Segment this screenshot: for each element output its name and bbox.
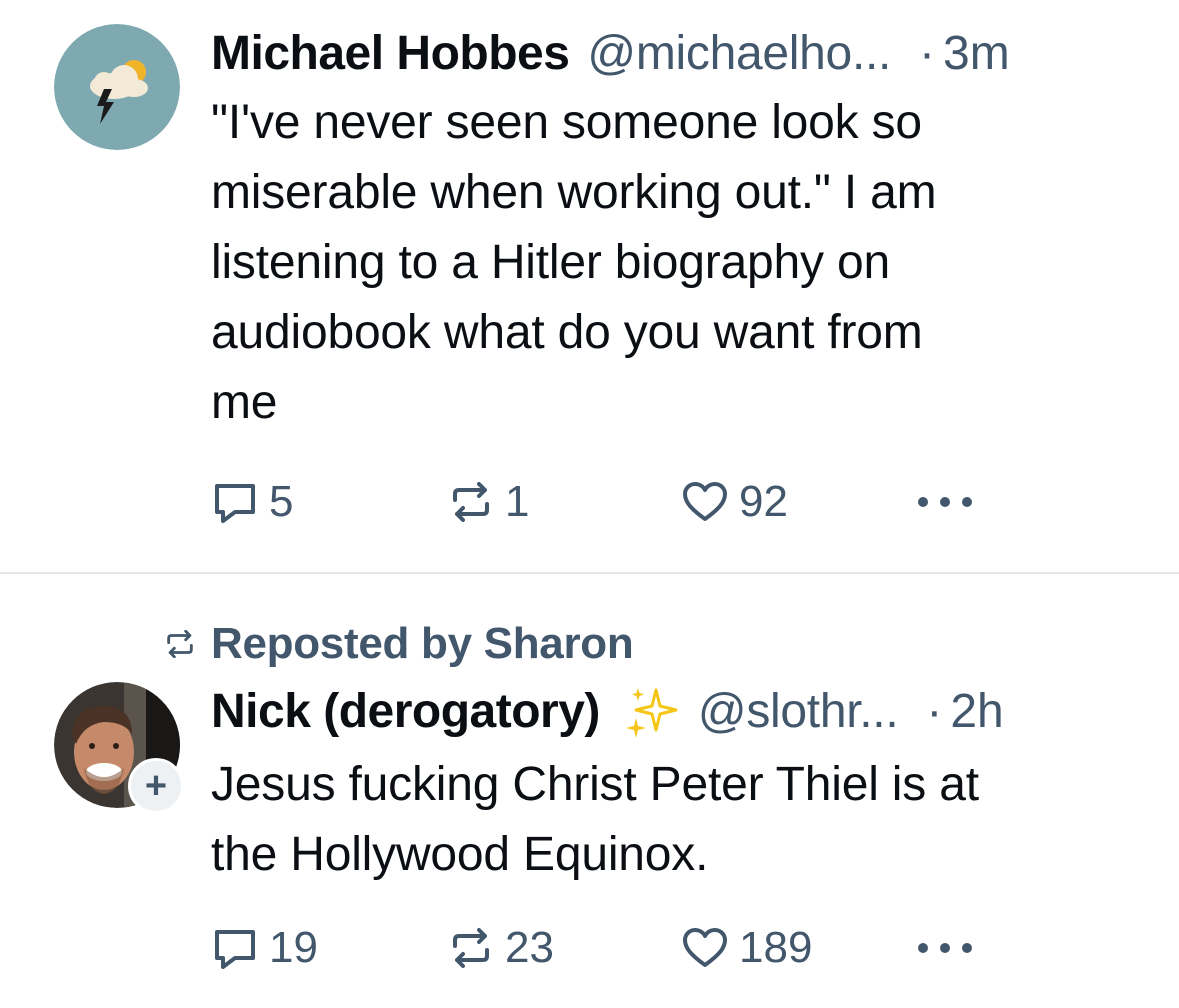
reply-button[interactable]: 19 xyxy=(211,923,318,973)
author-name[interactable]: Michael Hobbes xyxy=(211,26,570,82)
post-header: Michael Hobbes @michaelho... · 3m xyxy=(211,26,1133,82)
post-text-line: me xyxy=(211,376,278,429)
separator-dot: · xyxy=(926,685,943,738)
heart-icon xyxy=(683,482,727,521)
separator-dot: · xyxy=(919,27,936,80)
post-text-line: audiobook what do you want from xyxy=(211,306,923,359)
like-button[interactable]: 189 xyxy=(681,923,812,973)
like-count: 189 xyxy=(739,923,813,972)
comment-icon xyxy=(215,484,255,523)
post-text: Jesus fucking Christ Peter Thiel is at t… xyxy=(211,750,1133,890)
repost-icon xyxy=(453,928,489,968)
author-handle[interactable]: @slothr... xyxy=(698,684,899,740)
ellipsis-icon xyxy=(918,497,972,507)
avatar[interactable] xyxy=(54,24,180,150)
cloud-lightning-sun-icon xyxy=(54,24,180,150)
reply-count: 5 xyxy=(269,477,294,526)
comment-icon xyxy=(215,930,255,969)
post-text-line: miserable when working out." I am xyxy=(211,166,937,219)
sparkles-icon xyxy=(622,684,680,742)
post-actions: 5 1 92 xyxy=(211,474,1011,530)
follow-plus-button[interactable]: + xyxy=(128,758,184,814)
author-name[interactable]: Nick (derogatory) xyxy=(211,684,600,740)
post-text-line: "I've never seen someone look so xyxy=(211,96,922,149)
post-text-line: Jesus fucking Christ Peter Thiel is at xyxy=(211,758,979,811)
repost-button[interactable]: 23 xyxy=(447,923,554,973)
repost-count: 23 xyxy=(505,923,554,972)
post-timestamp[interactable]: 2h xyxy=(950,684,1003,740)
author-handle[interactable]: @michaelho... xyxy=(587,26,891,82)
repost-count: 1 xyxy=(505,477,530,526)
post-timestamp[interactable]: 3m xyxy=(943,26,1010,82)
post-header: Nick (derogatory) @slothr... · 2h xyxy=(211,684,1133,742)
reposted-by-label: Reposted by Sharon xyxy=(211,619,634,668)
post-michael-hobbes[interactable]: Michael Hobbes @michaelho... · 3m "I've … xyxy=(0,0,1179,572)
more-options-button[interactable] xyxy=(917,492,973,512)
like-count: 92 xyxy=(739,477,788,526)
repost-icon xyxy=(453,482,489,522)
post-text-line: the Hollywood Equinox. xyxy=(211,828,709,881)
reply-button[interactable]: 5 xyxy=(211,477,293,527)
post-actions: 19 23 189 xyxy=(211,920,1011,976)
heart-icon xyxy=(683,928,727,967)
ellipsis-icon xyxy=(918,943,972,953)
repost-indicator[interactable]: Reposted by Sharon xyxy=(163,616,634,672)
like-button[interactable]: 92 xyxy=(681,477,788,527)
more-options-button[interactable] xyxy=(917,938,973,958)
post-text-line: listening to a Hitler biography on xyxy=(211,236,890,289)
repost-button[interactable]: 1 xyxy=(447,477,529,527)
reply-count: 19 xyxy=(269,923,318,972)
repost-icon xyxy=(167,629,193,659)
post-text: "I've never seen someone look so miserab… xyxy=(211,88,1133,438)
